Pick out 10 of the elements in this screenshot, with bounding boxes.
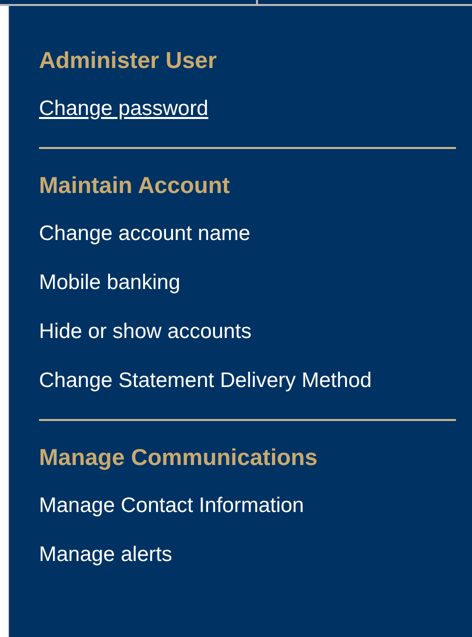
- section-heading: Maintain Account: [39, 171, 231, 199]
- menu-link[interactable]: Mobile banking: [39, 270, 180, 296]
- menu-link[interactable]: Manage Contact Information: [39, 492, 304, 518]
- menu-link[interactable]: Change account name: [39, 220, 250, 246]
- menu-link[interactable]: Manage alerts: [39, 542, 172, 568]
- menu-link[interactable]: Hide or show accounts: [39, 318, 252, 344]
- menu-link[interactable]: Change Statement Delivery Method: [39, 368, 372, 394]
- menu-link[interactable]: Change password: [39, 96, 208, 122]
- section-heading: Manage Communications: [39, 443, 319, 471]
- section-heading: Administer User: [39, 46, 218, 74]
